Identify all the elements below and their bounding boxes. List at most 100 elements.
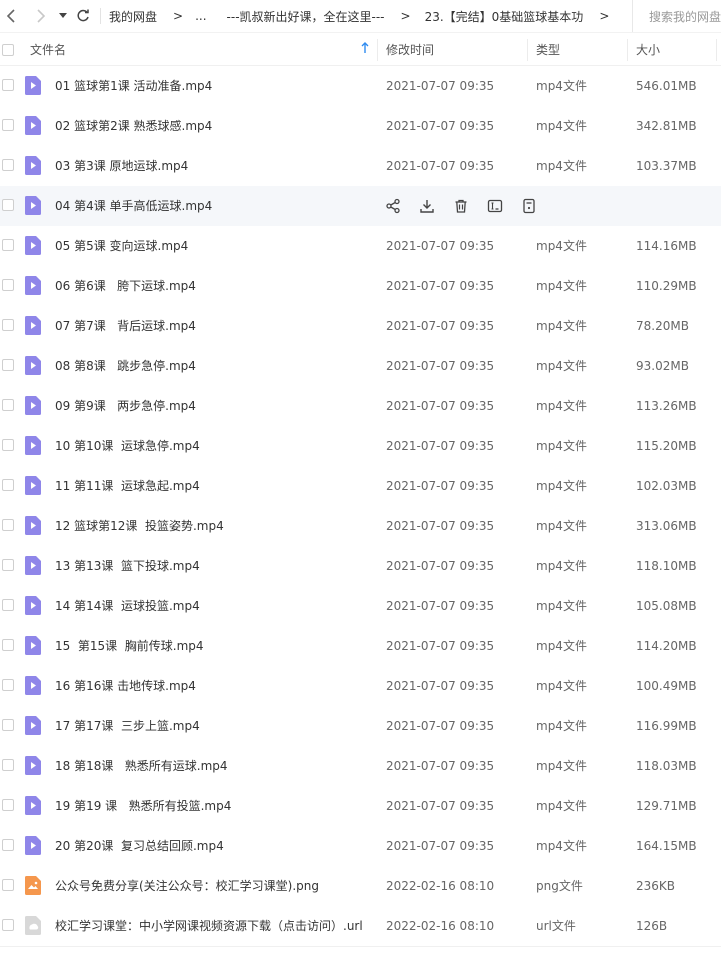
caret-down-icon (59, 13, 67, 18)
file-size: 129.71MB (636, 799, 697, 813)
column-divider[interactable] (377, 39, 378, 61)
file-name[interactable]: 07 第7课 背后运球.mp4 (55, 306, 196, 346)
file-row[interactable]: 19 第19 课 熟悉所有投篮.mp4 2021-07-07 09:35 mp4文件… (0, 786, 721, 826)
file-row[interactable]: 13 第13课 篮下投球.mp4 2021-07-07 09:35 mp4文件 118… (0, 546, 721, 586)
column-header-time[interactable]: 修改时间 (386, 33, 434, 66)
file-name[interactable]: 19 第19 课 熟悉所有投篮.mp4 (55, 786, 231, 826)
row-checkbox[interactable] (2, 879, 14, 891)
file-name[interactable]: 01 篮球第1课 活动准备.mp4 (55, 66, 212, 106)
more-button[interactable] (520, 197, 538, 215)
file-name[interactable]: 08 第8课 跳步急停.mp4 (55, 346, 196, 386)
row-checkbox[interactable] (2, 279, 14, 291)
file-row[interactable]: 06 第6课 胯下运球.mp4 2021-07-07 09:35 mp4文件 110.… (0, 266, 721, 306)
row-checkbox[interactable] (2, 159, 14, 171)
file-row[interactable]: 公众号免费分享(关注公众号：校汇学习课堂).png 2022-02-16 08:1… (0, 866, 721, 906)
file-type: mp4文件 (536, 799, 587, 813)
file-row[interactable]: 09 第9课 两步急停.mp4 2021-07-07 09:35 mp4文件 113.… (0, 386, 721, 426)
share-button[interactable] (384, 197, 402, 215)
row-checkbox[interactable] (2, 319, 14, 331)
row-checkbox[interactable] (2, 519, 14, 531)
file-name[interactable]: 17 第17课 三步上篮.mp4 (55, 706, 200, 746)
row-checkbox[interactable] (2, 759, 14, 771)
back-button[interactable] (0, 0, 22, 32)
row-checkbox[interactable] (2, 559, 14, 571)
file-name[interactable]: 11 第11课 运球急起.mp4 (55, 466, 200, 506)
file-row[interactable]: 07 第7课 背后运球.mp4 2021-07-07 09:35 mp4文件 78.2… (0, 306, 721, 346)
row-checkbox[interactable] (2, 799, 14, 811)
video-file-icon (25, 476, 41, 495)
file-name[interactable]: 公众号免费分享(关注公众号：校汇学习课堂).png (55, 866, 319, 906)
history-dropdown-button[interactable] (56, 0, 70, 32)
file-name[interactable]: 18 第18课 熟悉所有运球.mp4 (55, 746, 228, 786)
file-row[interactable]: 17 第17课 三步上篮.mp4 2021-07-07 09:35 mp4文件 116… (0, 706, 721, 746)
file-row[interactable]: 20 第20课 复习总结回顾.mp4 2021-07-07 09:35 mp4文件 1… (0, 826, 721, 866)
column-divider[interactable] (627, 39, 628, 61)
file-name[interactable]: 09 第9课 两步急停.mp4 (55, 386, 196, 426)
file-row[interactable]: 16 第16课 击地传球.mp4 2021-07-07 09:35 mp4文件 100… (0, 666, 721, 706)
row-checkbox[interactable] (2, 119, 14, 131)
file-row[interactable]: 12 篮球第12课 投篮姿势.mp4 2021-07-07 09:35 mp4文件 3… (0, 506, 721, 546)
file-row[interactable]: 01 篮球第1课 活动准备.mp4 2021-07-07 09:35 mp4文件 54… (0, 66, 721, 106)
file-row[interactable]: 05 第5课 变向运球.mp4 2021-07-07 09:35 mp4文件 114.… (0, 226, 721, 266)
row-checkbox[interactable] (2, 359, 14, 371)
row-checkbox[interactable] (2, 919, 14, 931)
file-name[interactable]: 校汇学习课堂：中小学网课视频资源下载（点击访问）.url (55, 906, 363, 946)
file-type: mp4文件 (536, 479, 587, 493)
file-row[interactable]: 15 第15课 胸前传球.mp4 2021-07-07 09:35 mp4文件 114… (0, 626, 721, 666)
row-checkbox[interactable] (2, 639, 14, 651)
file-row[interactable]: 18 第18课 熟悉所有运球.mp4 2021-07-07 09:35 mp4文件 1… (0, 746, 721, 786)
row-checkbox[interactable] (2, 679, 14, 691)
file-name[interactable]: 15 第15课 胸前传球.mp4 (55, 626, 204, 666)
row-checkbox[interactable] (2, 599, 14, 611)
file-type: mp4文件 (536, 159, 587, 173)
search-input-placeholder[interactable]: 搜索我的网盘 (649, 8, 721, 25)
row-checkbox[interactable] (2, 439, 14, 451)
file-name[interactable]: 02 篮球第2课 熟悉球感.mp4 (55, 106, 212, 146)
file-row[interactable]: 02 篮球第2课 熟悉球感.mp4 2021-07-07 09:35 mp4文件 34… (0, 106, 721, 146)
refresh-button[interactable] (72, 0, 94, 32)
row-checkbox[interactable] (2, 239, 14, 251)
breadcrumb-folder-parent[interactable]: ---凯叔新出好课，全在这里--- (227, 8, 385, 25)
file-name[interactable]: 12 篮球第12课 投篮姿势.mp4 (55, 506, 224, 546)
row-checkbox[interactable] (2, 199, 14, 211)
file-name[interactable]: 16 第16课 击地传球.mp4 (55, 666, 196, 706)
breadcrumb-ellipsis[interactable]: ... (195, 9, 206, 23)
file-name[interactable]: 05 第5课 变向运球.mp4 (55, 226, 188, 266)
file-name[interactable]: 20 第20课 复习总结回顾.mp4 (55, 826, 224, 866)
file-name[interactable]: 06 第6课 胯下运球.mp4 (55, 266, 196, 306)
column-divider[interactable] (716, 39, 717, 61)
sort-ascending-icon[interactable] (361, 42, 369, 54)
column-divider[interactable] (527, 39, 528, 61)
video-file-icon (25, 76, 41, 95)
file-row[interactable]: 04 第4课 单手高低运球.mp4 (0, 186, 721, 226)
row-checkbox[interactable] (2, 479, 14, 491)
file-row[interactable]: 14 第14课 运球投篮.mp4 2021-07-07 09:35 mp4文件 105… (0, 586, 721, 626)
file-row[interactable]: 校汇学习课堂：中小学网课视频资源下载（点击访问）.url 2022-02-16 0… (0, 906, 721, 946)
row-checkbox[interactable] (2, 719, 14, 731)
column-header-name[interactable]: 文件名 (30, 33, 66, 66)
breadcrumb-root[interactable]: 我的网盘 (109, 8, 157, 25)
file-name[interactable]: 10 第10课 运球急停.mp4 (55, 426, 200, 466)
column-header-type[interactable]: 类型 (536, 33, 560, 66)
file-name[interactable]: 03 第3课 原地运球.mp4 (55, 146, 188, 186)
file-row[interactable]: 08 第8课 跳步急停.mp4 2021-07-07 09:35 mp4文件 93.0… (0, 346, 721, 386)
file-size: 114.20MB (636, 639, 697, 653)
column-header-size[interactable]: 大小 (636, 33, 660, 66)
select-all-checkbox[interactable] (2, 33, 14, 66)
file-name[interactable]: 14 第14课 运球投篮.mp4 (55, 586, 200, 626)
search-box[interactable]: 搜索我的网盘 (632, 0, 721, 32)
breadcrumb-current-folder[interactable]: 23.【完结】0基础篮球基本功 (425, 8, 584, 25)
rename-button[interactable] (486, 197, 504, 215)
download-button[interactable] (418, 197, 436, 215)
row-checkbox[interactable] (2, 79, 14, 91)
row-checkbox[interactable] (2, 399, 14, 411)
file-name[interactable]: 04 第4课 单手高低运球.mp4 (55, 186, 212, 226)
file-row[interactable]: 03 第3课 原地运球.mp4 2021-07-07 09:35 mp4文件 103.… (0, 146, 721, 186)
file-row[interactable]: 10 第10课 运球急停.mp4 2021-07-07 09:35 mp4文件 115… (0, 426, 721, 466)
file-row[interactable]: 11 第11课 运球急起.mp4 2021-07-07 09:35 mp4文件 102… (0, 466, 721, 506)
video-file-icon (25, 716, 41, 735)
forward-button[interactable] (30, 0, 52, 32)
file-name[interactable]: 13 第13课 篮下投球.mp4 (55, 546, 200, 586)
delete-button[interactable] (452, 197, 470, 215)
row-checkbox[interactable] (2, 839, 14, 851)
